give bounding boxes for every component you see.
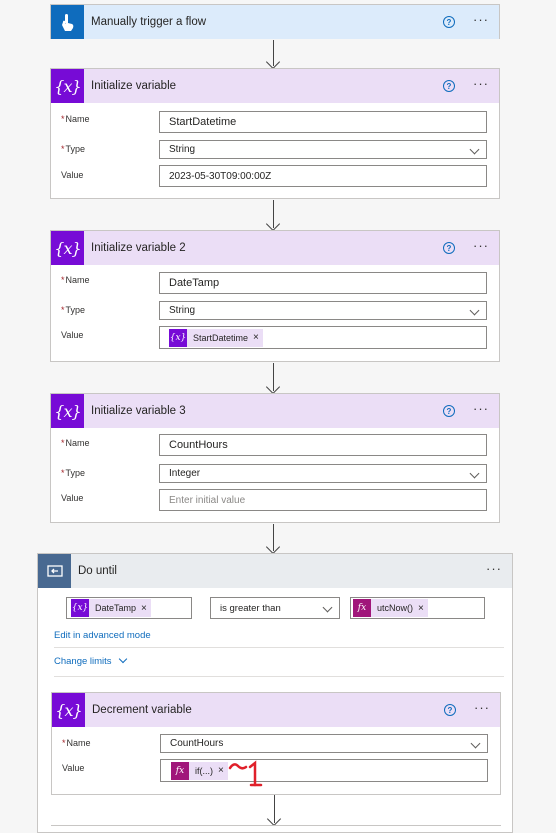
more-options-icon[interactable]: ··· xyxy=(473,13,489,26)
type-label: *Type xyxy=(61,144,86,154)
name-field[interactable]: StartDatetime xyxy=(159,111,487,133)
more-options-icon[interactable]: ··· xyxy=(473,239,489,252)
trigger-header[interactable]: Manually trigger a flow ? ··· xyxy=(51,5,499,39)
name-label: *Name xyxy=(61,438,90,448)
card-title: Initialize variable 3 xyxy=(91,405,186,417)
remove-token-icon[interactable]: × xyxy=(141,603,147,614)
help-icon[interactable]: ? xyxy=(444,704,456,716)
value-label: Value xyxy=(61,330,84,340)
type-select[interactable]: Integer xyxy=(159,464,487,483)
init-variable-card[interactable]: {x} Initialize variable ? ··· *Name Star… xyxy=(50,68,500,199)
chevron-down-icon xyxy=(469,144,480,155)
name-field[interactable]: DateTamp xyxy=(159,272,487,294)
remove-token-icon[interactable]: × xyxy=(418,603,424,614)
trigger-card[interactable]: Manually trigger a flow ? ··· xyxy=(50,4,500,39)
name-label: *Name xyxy=(61,114,90,124)
value-label: Value xyxy=(62,763,85,773)
decrement-variable-header[interactable]: {x} Decrement variable ? ··· xyxy=(52,693,500,727)
more-options-icon[interactable]: ··· xyxy=(473,77,489,90)
fx-icon: fx xyxy=(171,761,189,780)
type-label: *Type xyxy=(61,468,86,478)
more-options-icon[interactable]: ··· xyxy=(486,562,502,575)
trigger-title: Manually trigger a flow xyxy=(91,16,207,28)
token-label: utcNow() xyxy=(377,603,414,613)
value-field[interactable]: 2023-05-30T09:00:00Z xyxy=(159,165,487,187)
condition-left-operand[interactable]: {x} DateTamp × xyxy=(66,597,192,619)
decrement-variable-card[interactable]: {x} Decrement variable ? ··· *Name Count… xyxy=(51,692,501,795)
annotation-text: 1 xyxy=(228,759,229,760)
expression-token[interactable]: fx utcNow() × xyxy=(353,599,428,617)
edit-advanced-mode-link[interactable]: Edit in advanced mode xyxy=(54,630,151,641)
hand-tap-icon xyxy=(51,5,84,39)
variable-icon: {x} xyxy=(169,328,187,347)
more-options-icon[interactable]: ··· xyxy=(474,701,490,714)
chevron-down-icon xyxy=(469,305,480,316)
divider xyxy=(54,676,504,677)
chevron-down-icon xyxy=(322,602,333,613)
chevron-down-icon xyxy=(469,468,480,479)
fx-icon: fx xyxy=(353,599,371,617)
value-field[interactable]: {x} StartDatetime × xyxy=(159,326,487,349)
chevron-down-icon xyxy=(118,654,128,664)
init-variable-2-card[interactable]: {x} Initialize variable 2 ? ··· *Name Da… xyxy=(50,230,500,362)
card-title: Decrement variable xyxy=(92,704,192,716)
help-icon[interactable]: ? xyxy=(443,80,455,92)
init-variable-3-header[interactable]: {x} Initialize variable 3 ? ··· xyxy=(51,394,499,428)
flow-arrow xyxy=(266,795,282,827)
type-select[interactable]: String xyxy=(159,140,487,159)
name-field[interactable]: CountHours xyxy=(159,434,487,456)
token-label: StartDatetime xyxy=(193,332,249,343)
expression-token[interactable]: fx if(...) × xyxy=(171,761,228,780)
chevron-down-icon xyxy=(470,738,481,749)
divider xyxy=(54,647,504,648)
help-icon[interactable]: ? xyxy=(443,16,455,28)
remove-token-icon[interactable]: × xyxy=(218,765,224,776)
type-select[interactable]: String xyxy=(159,301,487,320)
name-select[interactable]: CountHours xyxy=(160,734,488,753)
name-label: *Name xyxy=(61,275,90,285)
card-title: Initialize variable xyxy=(91,80,177,92)
init-variable-header[interactable]: {x} Initialize variable ? ··· xyxy=(51,69,499,103)
help-icon[interactable]: ? xyxy=(443,242,455,254)
token-label: DateTamp xyxy=(95,603,137,613)
variable-icon: {x} xyxy=(52,693,85,727)
remove-token-icon[interactable]: × xyxy=(253,332,259,343)
flow-arrow xyxy=(265,200,281,232)
variable-icon: {x} xyxy=(71,599,89,617)
handwritten-annotation: 1 xyxy=(228,759,263,787)
value-field[interactable]: Enter initial value xyxy=(159,489,487,511)
flow-arrow xyxy=(265,40,281,70)
variable-icon: {x} xyxy=(51,69,84,103)
value-label: Value xyxy=(61,493,84,503)
condition-right-operand[interactable]: fx utcNow() × xyxy=(350,597,485,619)
do-until-card[interactable]: Do until ··· {x} DateTamp × is greater t… xyxy=(37,553,513,833)
name-label: *Name xyxy=(62,738,91,748)
flow-arrow xyxy=(265,363,281,395)
init-variable-3-card[interactable]: {x} Initialize variable 3 ? ··· *Name Co… xyxy=(50,393,500,523)
loop-icon xyxy=(38,554,71,588)
card-title: Initialize variable 2 xyxy=(91,242,186,254)
variable-icon: {x} xyxy=(51,231,84,265)
type-label: *Type xyxy=(61,305,86,315)
more-options-icon[interactable]: ··· xyxy=(473,402,489,415)
condition-operator-select[interactable]: is greater than xyxy=(210,597,340,619)
help-icon[interactable]: ? xyxy=(443,405,455,417)
card-title: Do until xyxy=(78,565,117,577)
dynamic-content-token[interactable]: {x} StartDatetime × xyxy=(169,328,263,347)
do-until-header[interactable]: Do until ··· xyxy=(38,554,512,588)
change-limits-link[interactable]: Change limits xyxy=(54,654,128,667)
value-field[interactable]: fx if(...) × xyxy=(160,759,488,782)
flow-arrow xyxy=(265,524,281,555)
variable-icon: {x} xyxy=(51,394,84,428)
token-label: if(...) xyxy=(195,765,213,776)
dynamic-content-token[interactable]: {x} DateTamp × xyxy=(71,599,151,617)
init-variable-2-header[interactable]: {x} Initialize variable 2 ? ··· xyxy=(51,231,499,265)
value-label: Value xyxy=(61,170,84,180)
